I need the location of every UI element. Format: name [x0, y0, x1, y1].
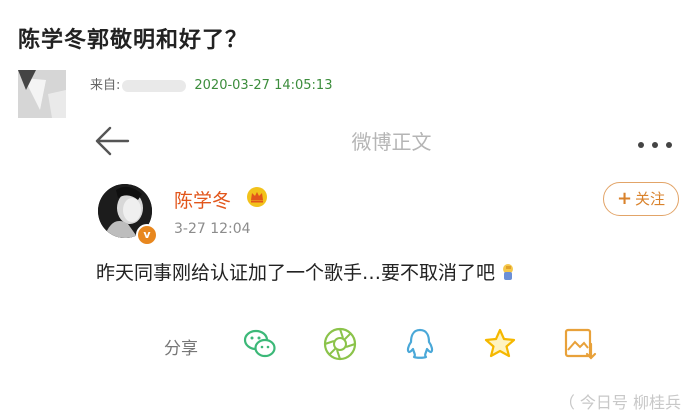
meta-timestamp: 2020-03-27 14:05:13: [194, 78, 333, 93]
weibo-screenshot: 微博正文 v 陈学冬 3-27 12:04 + 关注 昨天同事刚给认证加了一个歌手…: [86, 110, 697, 412]
vip-crown-icon: [246, 186, 268, 208]
meta-from-label: 来自:: [90, 78, 121, 93]
more-button[interactable]: [631, 136, 679, 148]
share-qq-button[interactable]: [402, 326, 438, 362]
more-dots-icon: [638, 142, 672, 148]
article-meta: 来自: 2020-03-27 14:05:13: [90, 74, 332, 93]
share-save-image-button[interactable]: [562, 326, 598, 362]
share-label: 分享: [164, 339, 198, 359]
poster-name[interactable]: 陈学冬: [174, 186, 231, 213]
verified-badge: v: [136, 224, 158, 246]
follow-label: 关注: [635, 190, 666, 208]
follow-button[interactable]: + 关注: [603, 182, 679, 216]
post-time: 3-27 12:04: [174, 221, 251, 237]
post-text-content: 昨天同事刚给认证加了一个歌手…要不取消了吧: [96, 262, 496, 284]
weibo-topbar: 微博正文: [86, 110, 697, 170]
qq-icon: [406, 328, 434, 359]
share-favorite-button[interactable]: [482, 326, 518, 362]
favorite-icon: [484, 328, 516, 358]
wechat-icon: [243, 329, 276, 358]
article-title: 陈学冬郭敬明和好了？: [18, 28, 249, 53]
follow-plus-icon: +: [616, 188, 633, 209]
share-wechat-button[interactable]: [242, 326, 278, 362]
meta-source-redacted: [122, 79, 187, 92]
moments-icon: [323, 327, 357, 361]
share-bar: 分享: [86, 324, 697, 368]
watermark: （ 今日号 柳桂兵: [558, 393, 681, 412]
share-moments-button[interactable]: [322, 326, 358, 362]
topbar-title: 微博正文: [351, 130, 432, 154]
save-image-icon: [564, 328, 597, 360]
post-text: 昨天同事刚给认证加了一个歌手…要不取消了吧: [96, 258, 515, 285]
facepalm-emoji-icon: [501, 263, 515, 281]
article-author-avatar: [18, 70, 66, 118]
